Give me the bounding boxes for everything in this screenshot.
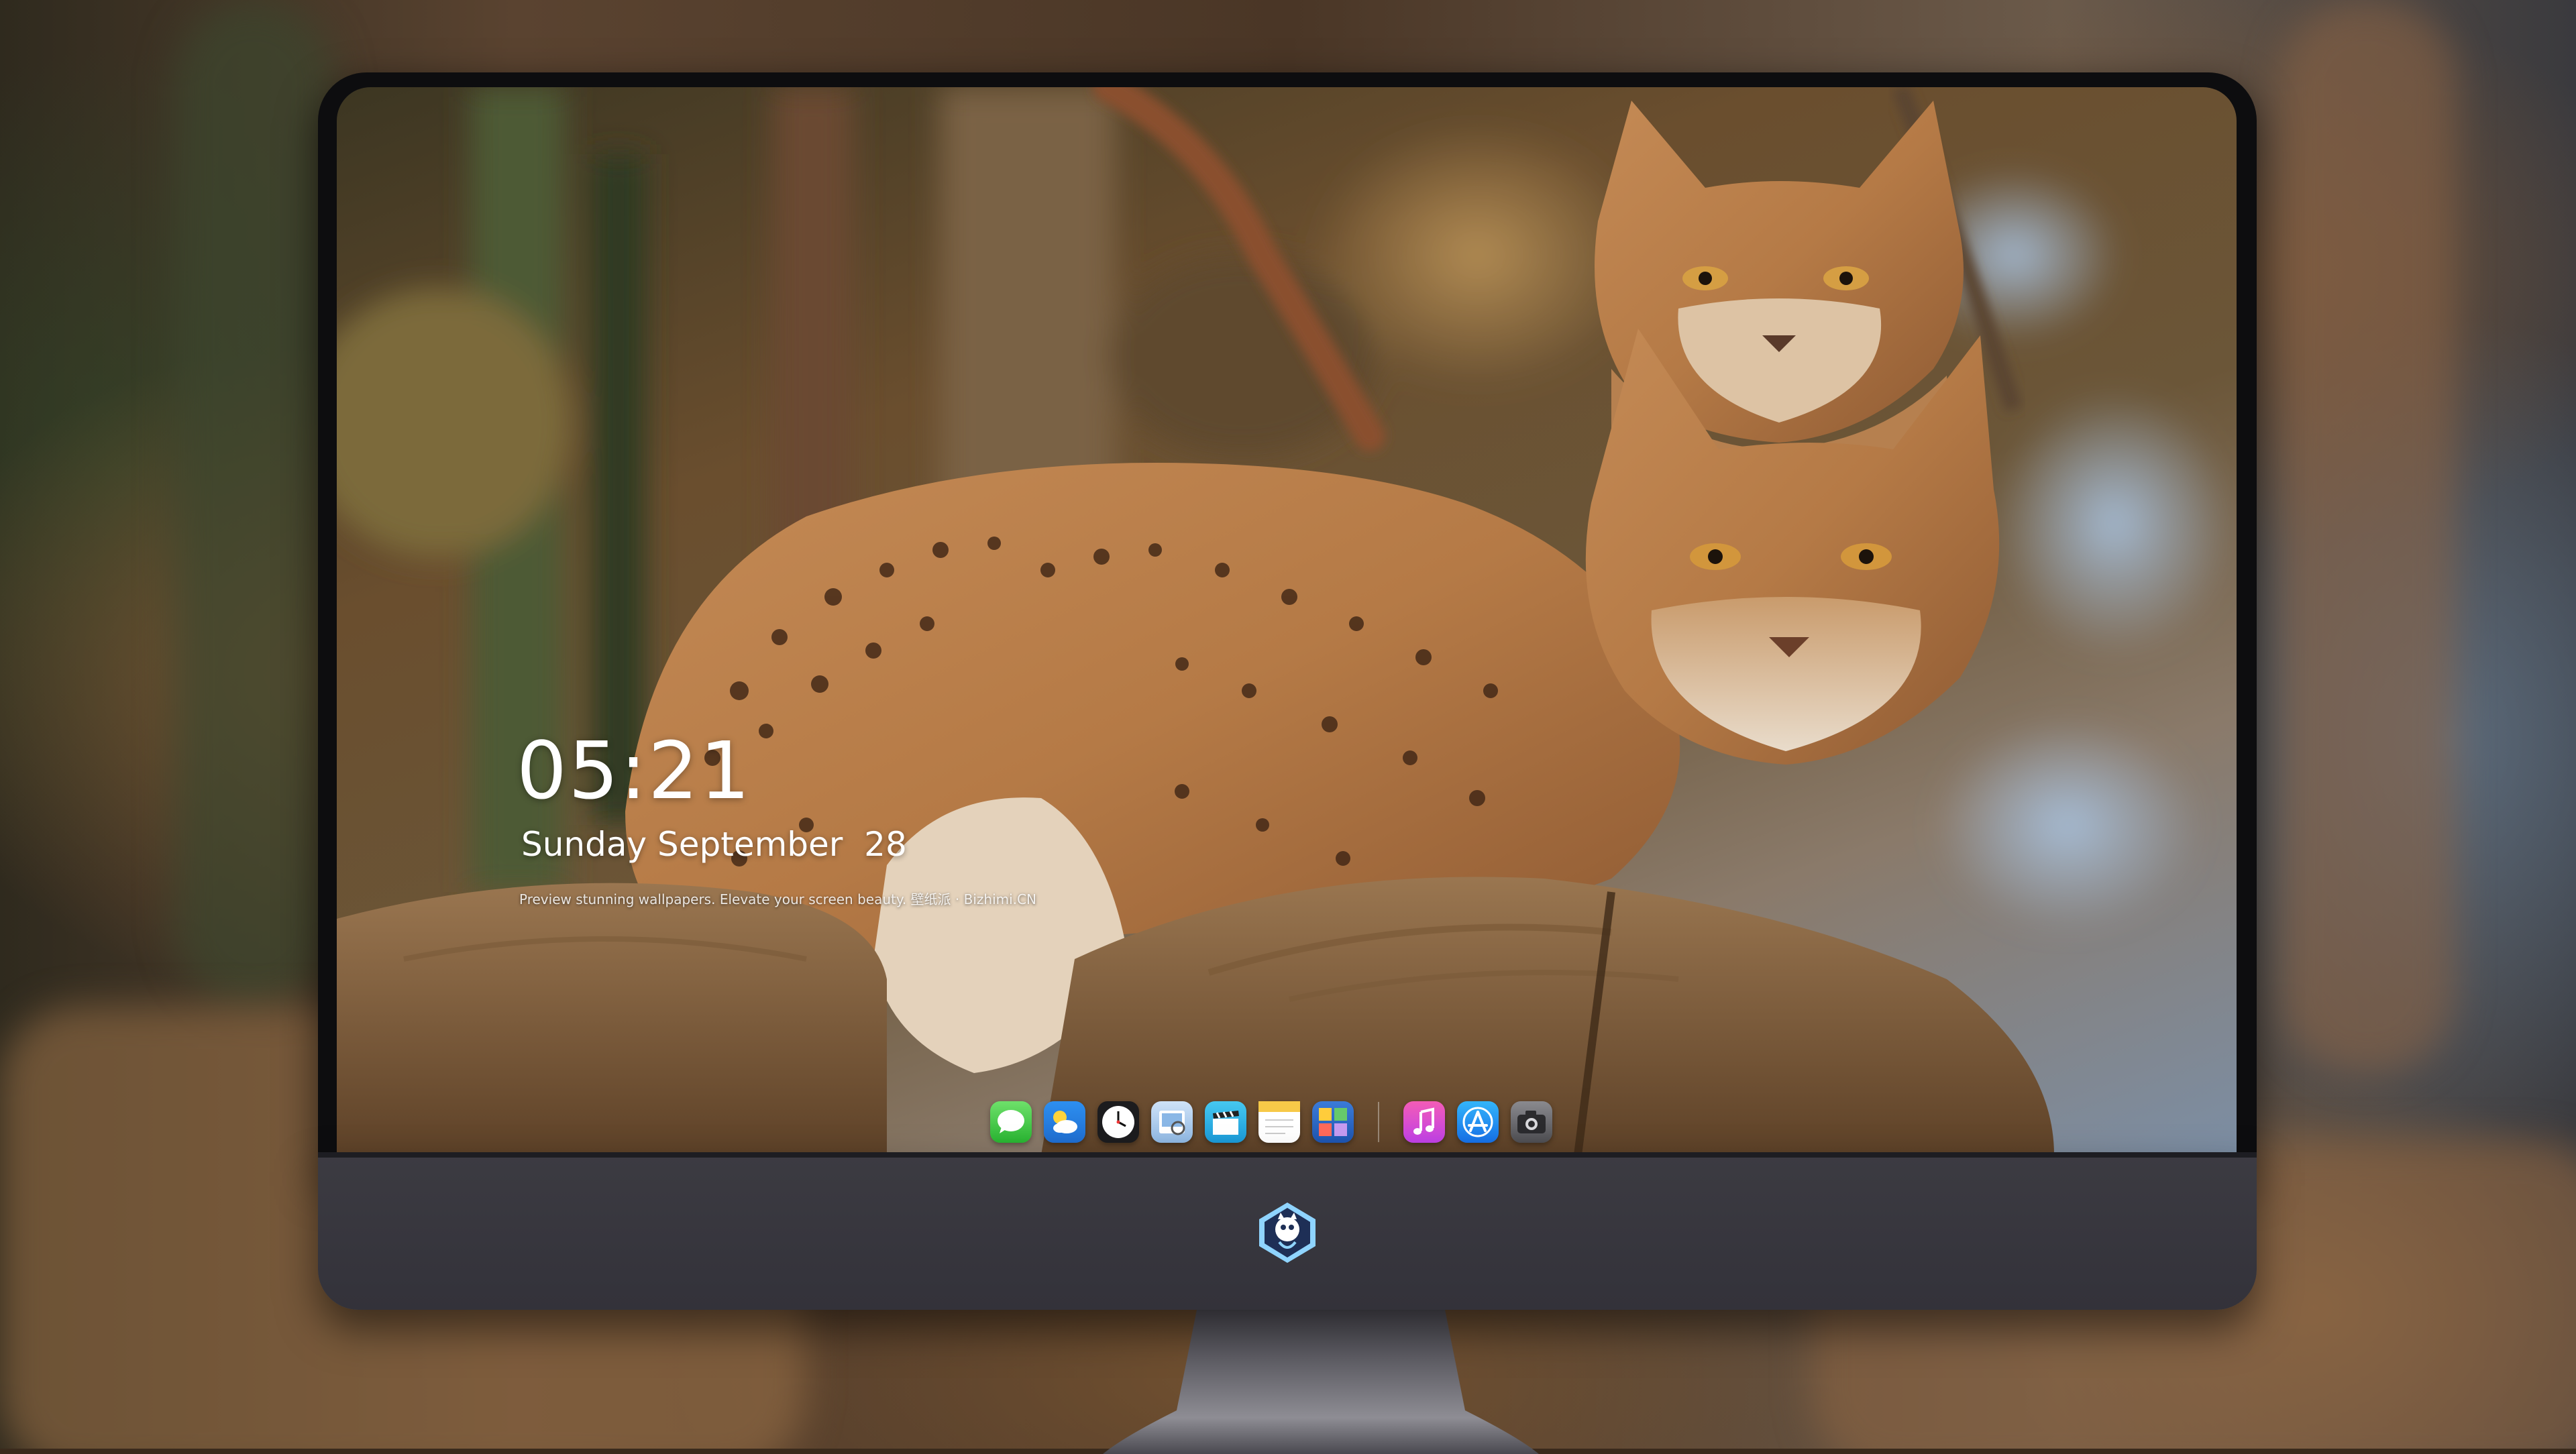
- music-icon[interactable]: [1403, 1101, 1445, 1143]
- camera-icon[interactable]: [1511, 1101, 1552, 1143]
- lynx-wallpaper: [337, 87, 2235, 1155]
- wallpaper-caption: Preview stunning wallpapers. Elevate you…: [519, 891, 1036, 907]
- brand-logo-icon: [1259, 1203, 1316, 1263]
- photo-booth-icon[interactable]: [1312, 1101, 1354, 1143]
- monitor-stand: [1103, 1310, 1539, 1454]
- weather-icon[interactable]: [1044, 1101, 1085, 1143]
- app-dock: [978, 1092, 1564, 1152]
- lockscreen-date: Sunday September 28: [521, 825, 907, 864]
- preview-icon[interactable]: [1151, 1101, 1193, 1143]
- monitor-bezel: 05:21 Sunday September 28 Preview stunni…: [318, 72, 2257, 1172]
- app-store-icon[interactable]: [1457, 1101, 1499, 1143]
- imac-monitor: 05:21 Sunday September 28 Preview stunni…: [318, 72, 2257, 1454]
- notes-icon[interactable]: [1258, 1101, 1300, 1143]
- messages-icon[interactable]: [990, 1101, 1032, 1143]
- monitor-chin-divider: [318, 1152, 2257, 1158]
- clips-icon[interactable]: [1205, 1101, 1246, 1143]
- dock-separator: [1378, 1102, 1379, 1142]
- desktop-screen[interactable]: 05:21 Sunday September 28 Preview stunni…: [337, 87, 2237, 1155]
- lockscreen-time: 05:21: [517, 724, 752, 817]
- clock-icon[interactable]: [1097, 1101, 1139, 1143]
